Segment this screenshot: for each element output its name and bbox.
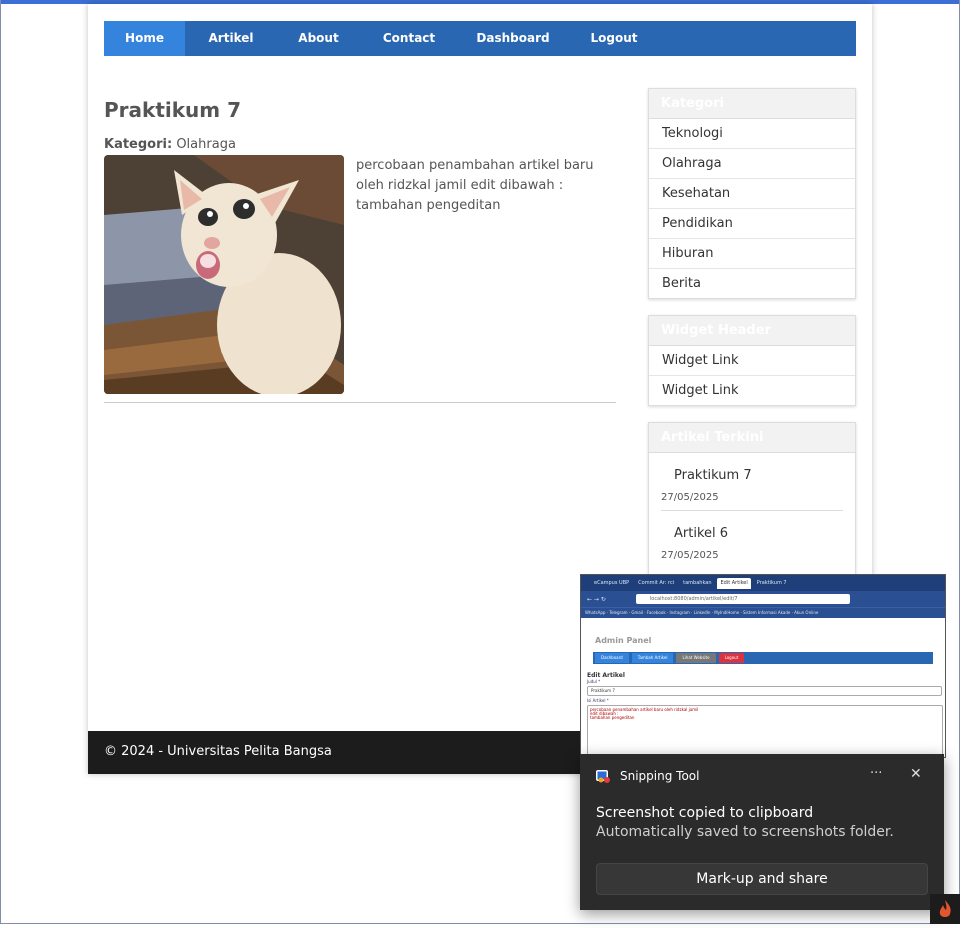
screenshot-thumbnail[interactable]: eCampus UBP Commit Ar: rci tambahkan Edi… xyxy=(580,574,946,758)
nav-logout[interactable]: Logout xyxy=(568,21,660,56)
kategori-item-olahraga[interactable]: Olahraga xyxy=(649,149,855,179)
kategori-item-teknologi[interactable]: Teknologi xyxy=(649,119,855,149)
kategori-item-hiburan[interactable]: Hiburan xyxy=(649,239,855,269)
widget-link-2[interactable]: Widget Link xyxy=(649,376,855,405)
thumb-tab-bar: eCampus UBP Commit Ar: rci tambahkan Edi… xyxy=(581,575,945,591)
toast-app-name: Snipping Tool xyxy=(620,769,700,783)
artikel-terkini-widget: Artikel Terkini Praktikum 7 27/05/2025 A… xyxy=(648,422,856,584)
flame-icon xyxy=(939,900,951,917)
terkini-item-date: 27/05/2025 xyxy=(661,492,719,503)
thumb-judul-input: Praktikum 7 xyxy=(587,686,942,696)
terkini-item-date: 27/05/2025 xyxy=(661,550,719,561)
snipping-tool-icon xyxy=(596,770,610,783)
tray-app-icon[interactable] xyxy=(930,894,960,924)
main-nav: Home Artikel About Contact Dashboard Log… xyxy=(104,21,856,56)
thumb-admin-nav-item: Tambah Artikel xyxy=(631,653,674,663)
toast-message: Screenshot copied to clipboard xyxy=(596,805,814,821)
thumb-admin-nav: Dashboard Tambah Artikel Lihat Website L… xyxy=(593,652,933,664)
markup-share-button[interactable]: Mark-up and share xyxy=(596,863,928,895)
thumb-tab: Praktikum 7 xyxy=(756,579,787,586)
thumb-nav-arrows-icon: ← → ↻ xyxy=(587,595,606,603)
window-border-left xyxy=(0,0,1,924)
thumb-bookmarks: WhatsApp · Telegram · Gmail · Facebook ·… xyxy=(581,607,945,618)
widget-links: Widget Header Widget Link Widget Link xyxy=(648,315,856,406)
article-title: Praktikum 7 xyxy=(104,98,241,122)
widget-link-1[interactable]: Widget Link xyxy=(649,346,855,376)
kategori-item-berita[interactable]: Berita xyxy=(649,269,855,298)
thumb-tab: eCampus UBP xyxy=(594,579,630,586)
more-options-icon[interactable]: ··· xyxy=(870,766,882,781)
article-body: percobaan penambahan artikel baru oleh r… xyxy=(356,158,594,213)
thumb-tab: Commit Ar: rci xyxy=(638,579,675,586)
terkini-item: Praktikum 7 27/05/2025 xyxy=(661,453,843,511)
nav-contact[interactable]: Contact xyxy=(360,21,458,56)
nav-home[interactable]: Home xyxy=(104,21,185,56)
terkini-item-title[interactable]: Praktikum 7 xyxy=(661,453,843,486)
thumb-tab-active: Edit Artikel xyxy=(717,577,751,589)
widget-header: Widget Header xyxy=(649,316,855,346)
kategori-item-kesehatan[interactable]: Kesehatan xyxy=(649,179,855,209)
nav-about[interactable]: About xyxy=(277,21,360,56)
snipping-tool-notification: Snipping Tool ··· ✕ Screenshot copied to… xyxy=(580,754,944,910)
cat-photo-icon xyxy=(104,155,344,394)
toast-submessage: Automatically saved to screenshots folde… xyxy=(596,824,894,840)
artikel-terkini-header: Artikel Terkini xyxy=(649,423,855,453)
thumb-admin-nav-item: Dashboard xyxy=(595,653,629,663)
footer-text: © 2024 - Universitas Pelita Bangsa xyxy=(104,744,332,759)
thumb-url: localhost:8080/admin/artikel/edit/7 xyxy=(635,594,850,604)
kategori-widget: Kategori Teknologi Olahraga Kesehatan Pe… xyxy=(648,88,856,299)
thumb-isi-line: tambahan pengeditan xyxy=(590,715,635,720)
thumb-tab: tambahkan xyxy=(683,579,712,586)
thumb-edit-heading: Edit Artikel xyxy=(587,672,625,679)
thumb-admin-nav-item: Logout xyxy=(718,653,745,663)
thumb-isi-textarea: percobaan penambahan artikel baru oleh r… xyxy=(587,705,943,757)
kategori-header: Kategori xyxy=(649,89,855,119)
thumb-admin-nav-item: Lihat Website xyxy=(676,653,716,663)
article-divider xyxy=(104,402,616,403)
nav-artikel[interactable]: Artikel xyxy=(185,21,277,56)
artikel-terkini-list: Praktikum 7 27/05/2025 Artikel 6 27/05/2… xyxy=(649,453,855,564)
thumb-label-isi: Isi Artikel * xyxy=(587,698,609,703)
kategori-item-pendidikan[interactable]: Pendidikan xyxy=(649,209,855,239)
article-image xyxy=(104,155,344,394)
terkini-item-title[interactable]: Artikel 6 xyxy=(661,511,843,544)
category-value: Olahraga xyxy=(176,137,236,152)
terkini-item: Artikel 6 27/05/2025 xyxy=(661,511,843,564)
thumb-page: Admin Panel Dashboard Tambah Artikel Lih… xyxy=(581,618,945,757)
article-category: Kategori: Olahraga xyxy=(104,137,236,152)
thumb-address-bar: ← → ↻ localhost:8080/admin/artikel/edit/… xyxy=(581,591,945,607)
nav-dashboard[interactable]: Dashboard xyxy=(458,21,568,56)
close-icon[interactable]: ✕ xyxy=(910,766,922,782)
thumb-label-judul: Judul * xyxy=(587,679,601,684)
thumb-admin-title: Admin Panel xyxy=(595,636,652,645)
category-label: Kategori: xyxy=(104,137,173,152)
